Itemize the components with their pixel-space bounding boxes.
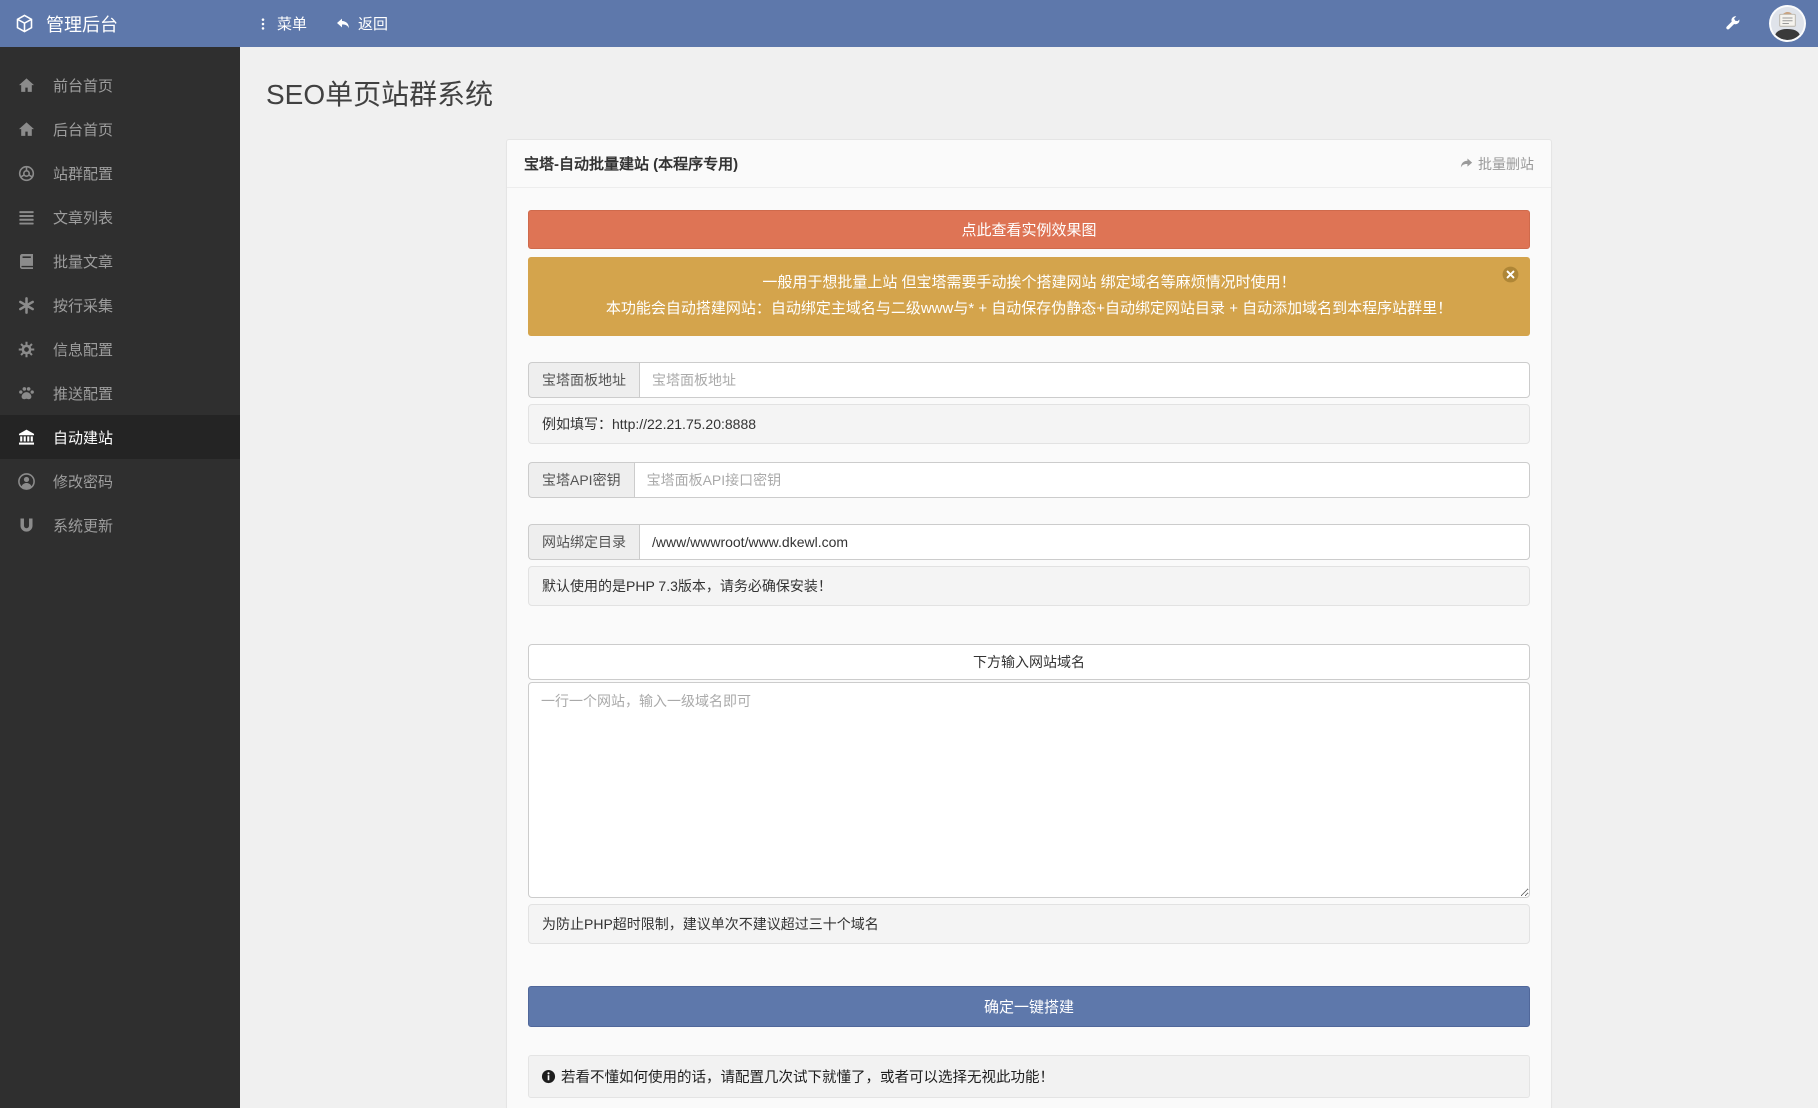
sidebar-item-front-home[interactable]: 前台首页 [0,63,240,107]
brand[interactable]: 管理后台 [0,11,240,37]
domains-help: 为防止PHP超时限制，建议单次不建议超过三十个域名 [528,904,1530,944]
chrome-icon [17,164,36,183]
home-icon [17,76,36,95]
sidebar-item-batch-article[interactable]: 批量文章 [0,239,240,283]
magnet-icon [17,516,36,535]
sidebar-item-label: 信息配置 [53,339,113,360]
asterisk-icon [17,296,36,315]
domains-block: 下方输入网站域名 为防止PHP超时限制，建议单次不建议超过三十个域名 [528,644,1530,944]
info-icon [541,1069,556,1084]
vertical-dots-icon [256,17,270,31]
sidebar-item-label: 前台首页 [53,75,113,96]
alert-line1: 一般用于想批量上站 但宝塔需要手动挨个搭建网站 绑定域名等麻烦情况时使用！ [576,270,1482,296]
example-button[interactable]: 点此查看实例效果图 [528,210,1530,249]
bind-dir-label: 网站绑定目录 [528,524,639,560]
panel-header: 宝塔-自动批量建站 (本程序专用) 批量删站 [507,140,1551,188]
footer-note-text: 若看不懂如何使用的话，请配置几次试下就懂了，或者可以选择无视此功能！ [561,1066,1054,1087]
topbar: 管理后台 菜单 返回 [0,0,1818,47]
sidebar-item-label: 自动建站 [53,427,113,448]
book-icon [17,252,36,271]
domains-textarea[interactable] [528,682,1530,898]
sidebar-item-label: 按行采集 [53,295,113,316]
api-key-label: 宝塔API密钥 [528,462,634,498]
back-link[interactable]: 返回 [335,13,388,34]
cube-icon [14,13,35,34]
panel-address-row: 宝塔面板地址 [528,362,1530,398]
sidebar-item-label: 推送配置 [53,383,113,404]
batch-delete-label: 批量删站 [1478,154,1534,174]
sidebar-item-article-list[interactable]: 文章列表 [0,195,240,239]
paw-icon [17,384,36,403]
bind-dir-input[interactable] [639,524,1530,560]
gear-icon [17,340,36,359]
sidebar-item-system-update[interactable]: 系统更新 [0,503,240,547]
sidebar-item-label: 文章列表 [53,207,113,228]
bank-icon [17,428,36,447]
panel-address-label: 宝塔面板地址 [528,362,639,398]
page-title: SEO单页站群系统 [266,73,1818,113]
batch-delete-link[interactable]: 批量删站 [1459,154,1534,174]
reply-icon [335,16,351,32]
api-key-row: 宝塔API密钥 [528,462,1530,498]
back-label: 返回 [358,13,388,34]
sidebar-item-info-config[interactable]: 信息配置 [0,327,240,371]
sidebar-item-admin-home[interactable]: 后台首页 [0,107,240,151]
sidebar-item-auto-build[interactable]: 自动建站 [0,415,240,459]
menu-label: 菜单 [277,13,307,34]
top-nav: 菜单 返回 [240,13,388,34]
footer-note: 若看不懂如何使用的话，请配置几次试下就懂了，或者可以选择无视此功能！ [528,1055,1530,1098]
avatar[interactable] [1769,5,1806,42]
sidebar-item-label: 批量文章 [53,251,113,272]
panel-title: 宝塔-自动批量建站 (本程序专用) [524,153,738,174]
panel-body: 点此查看实例效果图 一般用于想批量上站 但宝塔需要手动挨个搭建网站 绑定域名等麻… [507,188,1551,1108]
sidebar-item-line-collect[interactable]: 按行采集 [0,283,240,327]
menu-toggle[interactable]: 菜单 [256,13,307,34]
sidebar-item-label: 站群配置 [53,163,113,184]
sidebar-item-label: 修改密码 [53,471,113,492]
wrench-icon[interactable] [1724,15,1741,32]
sidebar-item-label: 系统更新 [53,515,113,536]
submit-button[interactable]: 确定一键搭建 [528,986,1530,1027]
auto-build-panel: 宝塔-自动批量建站 (本程序专用) 批量删站 点此查看实例效果图 [506,139,1552,1108]
sidebar-item-site-config[interactable]: 站群配置 [0,151,240,195]
alert-line2: 本功能会自动搭建网站：自动绑定主域名与二级www与* + 自动保存伪静态+自动绑… [576,296,1482,322]
list-icon [17,208,36,227]
close-icon[interactable] [1501,265,1520,284]
sidebar-item-label: 后台首页 [53,119,113,140]
brand-title: 管理后台 [46,11,118,37]
share-icon [1459,156,1474,171]
sidebar: 前台首页后台首页站群配置文章列表批量文章按行采集信息配置推送配置自动建站修改密码… [0,47,240,1108]
api-key-input[interactable] [634,462,1530,498]
home-icon [17,120,36,139]
bind-dir-help: 默认使用的是PHP 7.3版本，请务必确保安装！ [528,566,1530,606]
sidebar-item-change-password[interactable]: 修改密码 [0,459,240,503]
sidebar-item-push-config[interactable]: 推送配置 [0,371,240,415]
user-icon [17,472,36,491]
domains-header: 下方输入网站域名 [528,644,1530,680]
bind-dir-row: 网站绑定目录 [528,524,1530,560]
panel-address-input[interactable] [639,362,1530,398]
notice-alert: 一般用于想批量上站 但宝塔需要手动挨个搭建网站 绑定域名等麻烦情况时使用！ 本功… [528,257,1530,336]
main-content: SEO单页站群系统 宝塔-自动批量建站 (本程序专用) 批量删站 点此查看实例效… [240,0,1818,1108]
panel-address-help: 例如填写：http://22.21.75.20:8888 [528,404,1530,444]
